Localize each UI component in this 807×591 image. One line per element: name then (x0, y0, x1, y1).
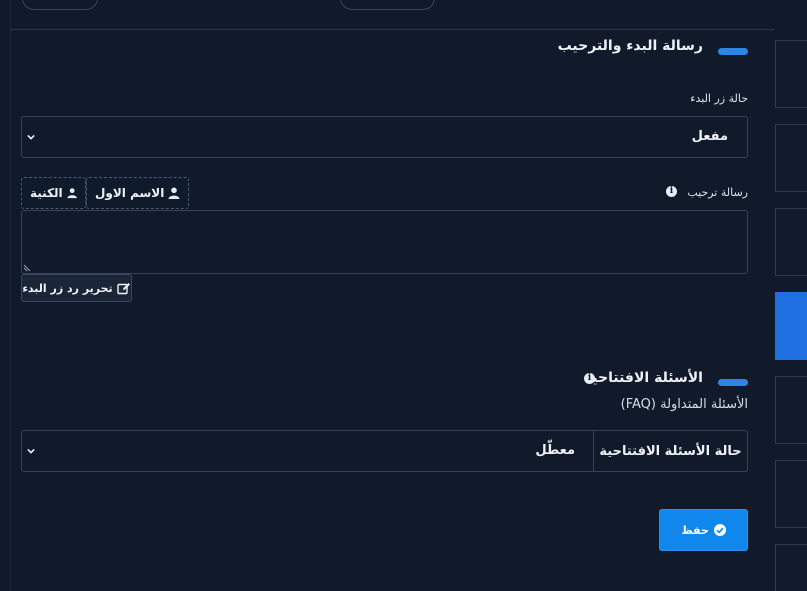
variable-label: الاسم الاول (95, 186, 165, 200)
info-circle-icon[interactable]: i (666, 186, 677, 197)
welcome-message-label: رسالة ترحيب (687, 186, 748, 199)
top-divider (10, 29, 775, 30)
select-value: مفعل (691, 129, 728, 144)
welcome-message-textarea[interactable] (21, 210, 748, 274)
edit-icon (116, 282, 130, 294)
welcome-section-title: رسالة البدء والترحيب (557, 38, 703, 54)
sidebar-tile-7[interactable] (775, 544, 807, 591)
user-icon (67, 188, 77, 199)
faq-section-title: الأسئلة الافتتاحية (583, 370, 703, 386)
edit-start-reply-button[interactable]: تحرير رد زر البدء (21, 274, 132, 302)
faq-status-select[interactable]: حالة الأسئلة الافتتاحية معطّل (21, 430, 748, 472)
select-value: معطّل (535, 443, 575, 458)
sidebar-tile-5[interactable] (775, 376, 807, 444)
info-circle-icon[interactable]: i (584, 373, 595, 384)
sidebar-tile-1[interactable] (775, 40, 807, 108)
sidebar-tile-6[interactable] (775, 460, 807, 528)
user-icon (168, 187, 180, 199)
section-marker (718, 379, 748, 386)
variable-last-name[interactable]: الكنية (21, 177, 86, 209)
check-circle-icon (713, 524, 726, 536)
left-border (10, 0, 11, 591)
faq-status-label: حالة الأسئلة الافتتاحية (593, 431, 747, 471)
variable-first-name[interactable]: الاسم الاول (86, 177, 190, 209)
top-pill-left[interactable] (22, 0, 98, 10)
save-button[interactable]: حفظ (659, 509, 748, 551)
top-cut-text (717, 0, 747, 4)
start-button-status-label: حالة زر البدء (690, 92, 748, 105)
save-label: حفظ (681, 523, 709, 537)
sidebar-tile-3[interactable] (775, 208, 807, 276)
top-pill-center[interactable] (340, 0, 435, 10)
faq-subtitle: الأسئلة المتداولة (FAQ) (620, 397, 748, 412)
chevron-down-icon (27, 134, 35, 140)
variable-label: الكنية (30, 186, 63, 200)
resize-handle-icon[interactable] (23, 264, 31, 272)
edit-start-reply-label: تحرير رد زر البدء (22, 281, 113, 295)
start-button-status-select[interactable]: مفعل (21, 116, 748, 158)
chevron-down-icon (27, 448, 35, 454)
sidebar-tile-active[interactable] (775, 292, 807, 360)
sidebar-tile-2[interactable] (775, 124, 807, 192)
section-marker (718, 48, 748, 55)
